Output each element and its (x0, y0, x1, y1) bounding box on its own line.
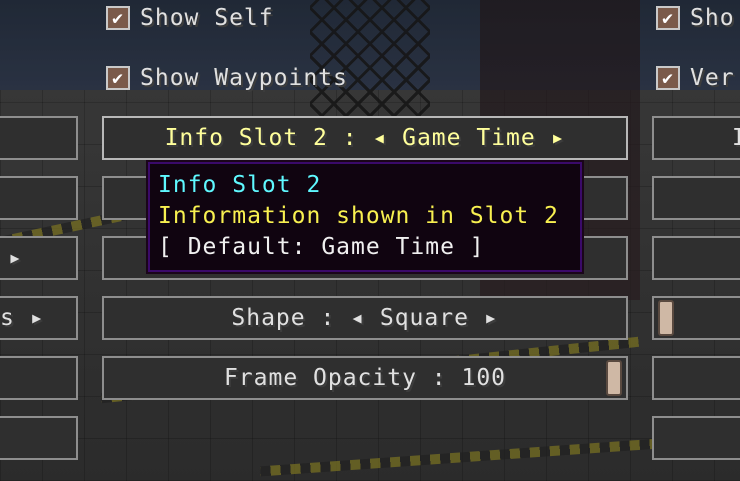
info-slot-2-label: Info Slot 2 : ◂ Game Time ▸ (164, 125, 566, 151)
right-slider-handle[interactable] (658, 300, 674, 336)
show-self-checkbox[interactable]: ✔ (106, 6, 130, 30)
frame-opacity-label: Frame Opacity : 100 (223, 365, 507, 391)
left-button-4-label: s ▸ (0, 305, 45, 331)
right-slider[interactable] (652, 296, 740, 340)
tooltip-default: [ Default: Game Time ] (158, 234, 485, 260)
left-button-6[interactable] (0, 416, 78, 460)
right-button-2[interactable] (652, 176, 740, 220)
tooltip-description: Information shown in Slot 2 (158, 203, 559, 229)
right-checkbox-2-label: Ver (690, 65, 735, 91)
right-button-6[interactable] (652, 416, 740, 460)
shape-button[interactable]: Shape : ◂ Square ▸ (102, 296, 628, 340)
show-self-checkbox-row[interactable]: ✔ Show Self (106, 5, 274, 31)
info-slot-2-button[interactable]: Info Slot 2 : ◂ Game Time ▸ (102, 116, 628, 160)
right-button-1[interactable]: I (652, 116, 740, 160)
right-button-3[interactable] (652, 236, 740, 280)
left-button-1[interactable] (0, 116, 78, 160)
show-waypoints-checkbox-row[interactable]: ✔ Show Waypoints (106, 65, 348, 91)
left-button-5[interactable] (0, 356, 78, 400)
right-checkbox-row-2[interactable]: ✔ Ver (656, 65, 735, 91)
show-waypoints-label: Show Waypoints (140, 65, 348, 91)
tooltip-title: Info Slot 2 (158, 172, 322, 198)
right-checkbox-row-1[interactable]: ✔ Sho (656, 5, 735, 31)
tooltip: Info Slot 2 Information shown in Slot 2 … (146, 160, 584, 274)
shape-label: Shape : ◂ Square ▸ (231, 305, 499, 331)
left-button-4[interactable]: s ▸ (0, 296, 78, 340)
right-checkbox-1[interactable]: ✔ (656, 6, 680, 30)
left-button-2[interactable] (0, 176, 78, 220)
left-button-3-label: ▸ (8, 245, 23, 271)
right-checkbox-2[interactable]: ✔ (656, 66, 680, 90)
show-waypoints-checkbox[interactable]: ✔ (106, 66, 130, 90)
right-checkbox-1-label: Sho (690, 5, 735, 31)
frame-opacity-slider[interactable]: Frame Opacity : 100 (102, 356, 628, 400)
right-button-5[interactable] (652, 356, 740, 400)
right-button-1-label: I (732, 125, 740, 151)
show-self-label: Show Self (140, 5, 274, 31)
left-button-3[interactable]: ▸ (0, 236, 78, 280)
frame-opacity-slider-handle[interactable] (606, 360, 622, 396)
